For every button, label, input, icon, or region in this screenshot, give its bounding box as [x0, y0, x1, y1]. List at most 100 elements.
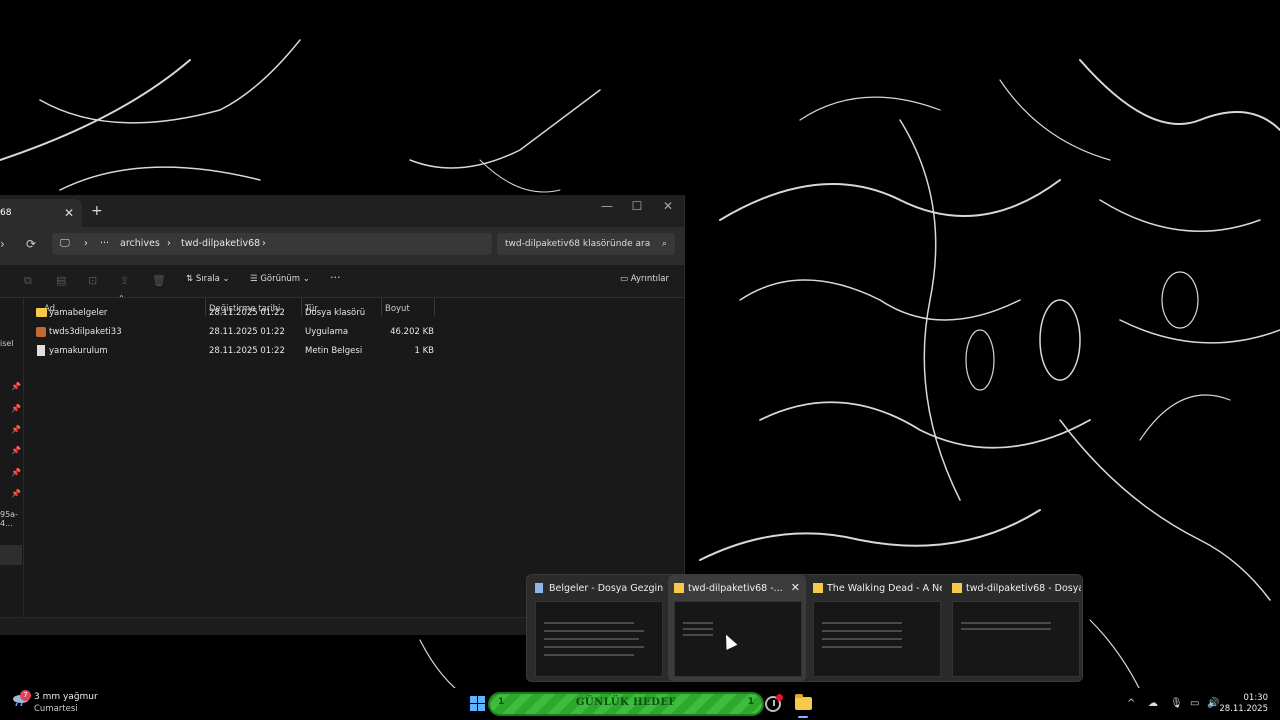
weather-day: Cumartesi: [34, 704, 78, 714]
pin-icon: 📌: [11, 425, 21, 434]
thumbnail-preview: [813, 601, 941, 677]
file-row[interactable]: yamabelgeler 28.11.2025 01:22 Dosya klas…: [24, 304, 434, 323]
search-input[interactable]: twd-dilpaketiv68 klasöründe ara ⌕: [497, 233, 675, 255]
taskbar-thumbnail-flyout: Belgeler - Dosya Gezgini twd-dilpaketiv6…: [526, 574, 1083, 682]
thumbnail-title: Belgeler - Dosya Gezgini: [549, 583, 664, 594]
details-button[interactable]: ▭ Ayrıntılar: [620, 274, 669, 284]
display-icon[interactable]: ▭: [1190, 698, 1199, 709]
chevron-right-icon: ›: [167, 238, 171, 249]
details-label: Ayrıntılar: [630, 274, 670, 284]
breadcrumb-item[interactable]: twd-dilpaketiv68: [181, 233, 260, 255]
refresh-icon[interactable]: ⟳: [26, 237, 36, 251]
search-placeholder: twd-dilpaketiv68 klasöründe ara: [505, 239, 651, 249]
window-thumbnail-active[interactable]: twd-dilpaketiv68 -... ✕: [668, 575, 806, 681]
close-window-icon[interactable]: ✕: [653, 199, 683, 213]
file-row[interactable]: twds3dilpaketi33 28.11.2025 01:22 Uygula…: [24, 323, 434, 342]
sort-icon: ⇅: [186, 274, 194, 284]
thumbnail-title: twd-dilpaketiv68 -...: [688, 583, 783, 594]
thumbnail-title: twd-dilpaketiv68 - Dosya...: [966, 583, 1081, 594]
folder-icon: [674, 583, 684, 593]
chevron-up-icon[interactable]: ^: [1127, 698, 1135, 709]
chevron-right-icon: ›: [262, 238, 266, 249]
details-pane-icon: ▭: [620, 274, 629, 284]
folder-icon: [813, 583, 823, 593]
close-thumbnail-icon[interactable]: ✕: [791, 581, 800, 594]
file-size: 46.202 KB: [390, 327, 434, 337]
rename-icon[interactable]: ⊡: [88, 274, 97, 287]
folder-icon: [952, 583, 962, 593]
file-modified: 28.11.2025 01:22: [209, 327, 285, 337]
clock-time[interactable]: 01:30: [1228, 693, 1269, 703]
thumbnail-preview: [674, 601, 802, 677]
folder-icon: [36, 308, 47, 317]
window-thumbnail[interactable]: The Walking Dead - A Ne...: [807, 575, 945, 681]
close-tab-icon[interactable]: ✕: [64, 199, 74, 227]
window-thumbnail[interactable]: Belgeler - Dosya Gezgini: [529, 575, 667, 681]
forward-icon[interactable]: ›: [0, 237, 5, 251]
computer-icon[interactable]: 🖵: [60, 233, 70, 255]
copy-icon[interactable]: ⧉: [24, 274, 32, 288]
file-modified: 28.11.2025 01:22: [209, 346, 285, 356]
breadcrumb-item[interactable]: archives: [120, 233, 160, 255]
address-row: › ⟳ 🖵 › ··· archives › twd-dilpaketiv68 …: [0, 227, 684, 265]
file-type: Metin Belgesi: [305, 346, 363, 356]
maximize-icon[interactable]: ☐: [622, 199, 652, 213]
goal-right-value: 1: [747, 697, 754, 707]
documents-icon: [535, 583, 543, 593]
view-label: Görünüm: [260, 274, 301, 284]
file-explorer-icon[interactable]: [795, 694, 812, 710]
search-icon[interactable]: ⌕: [662, 233, 667, 255]
file-explorer-window: 68 ✕ + — ☐ ✕ › ⟳ 🖵 › ··· archives › twd-…: [0, 195, 685, 635]
taskbar: 7 3 mm yağmur Cumartesi 1 GÜNLÜK HEDEF 1…: [0, 688, 1280, 720]
file-name: yamabelgeler: [49, 308, 108, 318]
notification-badge: 7: [20, 690, 31, 701]
sort-ascending-icon: ⌃: [118, 294, 125, 303]
thumbnail-preview: [952, 601, 1080, 677]
pin-icon: 📌: [11, 468, 21, 477]
sidebar-item-label[interactable]: 95a-4...: [0, 510, 23, 528]
window-thumbnail[interactable]: twd-dilpaketiv68 - Dosya...: [946, 575, 1084, 681]
goal-label: GÜNLÜK HEDEF: [575, 697, 677, 708]
thumbnail-preview: [535, 601, 663, 677]
windows-start-icon[interactable]: [470, 696, 486, 712]
microphone-icon[interactable]: 🎙: [1170, 698, 1183, 709]
cloud-icon[interactable]: ☁: [1148, 698, 1158, 709]
view-icon: ☰: [250, 274, 258, 284]
file-name: twds3dilpaketi33: [49, 327, 122, 337]
more-options-button[interactable]: ···: [330, 271, 341, 284]
chevron-right-icon: ›: [84, 238, 88, 249]
active-indicator: [798, 716, 808, 718]
file-type: Dosya klasörü: [305, 308, 366, 318]
clock-date[interactable]: 28.11.2025: [1218, 704, 1268, 714]
weather-text: 3 mm yağmur: [34, 692, 98, 702]
paste-icon[interactable]: ▤: [56, 274, 66, 287]
column-divider[interactable]: [434, 298, 435, 316]
notification-dot: [776, 694, 783, 701]
minimize-icon[interactable]: —: [592, 199, 622, 213]
daily-goal-widget[interactable]: 1 GÜNLÜK HEDEF 1: [488, 692, 764, 716]
text-file-icon: [37, 345, 45, 356]
delete-icon[interactable]: 🗑: [152, 274, 166, 287]
file-type: Uygulama: [305, 327, 349, 337]
pin-icon: 📌: [11, 382, 21, 391]
sort-button[interactable]: ⇅ Sırala ⌄: [186, 274, 230, 284]
sidebar-item-selected[interactable]: [0, 545, 22, 565]
breadcrumb[interactable]: 🖵 › ··· archives › twd-dilpaketiv68 ›: [52, 233, 492, 255]
command-bar: ⧉ ▤ ⊡ ⇪ 🗑 ⇅ Sırala ⌄ ☰ Görünüm ⌄ ··· ▭ A…: [0, 265, 684, 298]
thumbnail-title: The Walking Dead - A Ne...: [827, 583, 942, 594]
share-icon[interactable]: ⇪: [120, 274, 129, 287]
sidebar-item-label[interactable]: isel: [0, 339, 14, 348]
view-button[interactable]: ☰ Görünüm ⌄: [250, 274, 310, 284]
file-row[interactable]: yamakurulum 28.11.2025 01:22 Metin Belge…: [24, 342, 434, 361]
sort-label: Sırala: [195, 274, 220, 284]
more-breadcrumb-icon[interactable]: ···: [100, 233, 109, 255]
app-icon: [36, 327, 46, 337]
file-modified: 28.11.2025 01:22: [209, 308, 285, 318]
new-tab-icon[interactable]: +: [91, 203, 103, 219]
pin-icon: 📌: [11, 404, 21, 413]
title-bar: 68 ✕ + — ☐ ✕: [0, 195, 684, 227]
navigation-pane: isel 📌 📌 📌 📌 📌 📌 95a-4...: [0, 297, 24, 617]
file-name: yamakurulum: [49, 346, 108, 356]
tab-title: 68: [0, 208, 12, 218]
tab-explorer[interactable]: 68 ✕: [0, 199, 82, 227]
